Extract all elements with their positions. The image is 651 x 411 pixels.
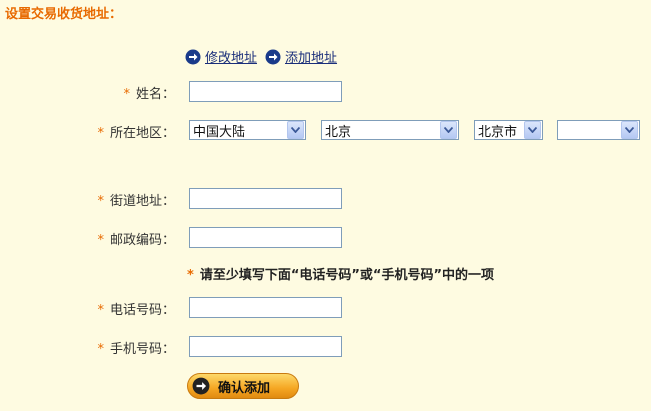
required-mark: * [97,194,104,209]
arrow-right-circle-icon [265,49,281,64]
chevron-down-icon[interactable] [287,121,304,139]
add-address-label[interactable]: 添加地址 [285,47,337,66]
chevron-down-icon[interactable] [524,121,541,139]
modify-address-link[interactable]: 修改地址 [185,47,257,66]
street-label: 街道地址： [109,194,175,209]
modify-address-label[interactable]: 修改地址 [205,47,257,66]
chevron-down-icon[interactable] [440,121,457,139]
name-label: 姓名： [135,87,175,102]
mobile-input[interactable] [189,336,342,357]
phone-label: 电话号码： [109,303,175,318]
city-select[interactable]: 北京市 [474,120,543,140]
street-address-input[interactable] [189,188,342,209]
page-title: 设置交易收货地址： [5,7,123,22]
province-select[interactable]: 北京 [321,120,459,140]
street-label-group: * 街道地址： [97,190,175,209]
confirm-add-label: 确认添加 [218,380,271,396]
required-mark: * [187,268,194,283]
name-input[interactable] [189,81,342,102]
region-label: 所在地区： [109,126,175,141]
required-mark: * [97,342,104,357]
arrow-right-circle-icon [192,377,210,395]
required-mark: * [97,126,104,141]
city-select-value: 北京市 [478,124,518,140]
region-label-group: * 所在地区： [97,122,175,141]
country-select[interactable]: 中国大陆 [189,120,306,140]
country-select-value: 中国大陆 [193,124,246,140]
confirm-add-button[interactable]: 确认添加 [187,373,299,399]
mobile-label-group: * 手机号码： [97,338,175,357]
postcode-label-group: * 邮政编码： [97,229,175,248]
required-mark: * [97,303,104,318]
name-label-group: * 姓名： [123,83,175,102]
postcode-input[interactable] [189,227,342,248]
district-select[interactable] [557,120,640,140]
phone-input[interactable] [189,297,342,318]
province-select-value: 北京 [325,124,352,140]
arrow-right-circle-icon [185,49,201,64]
phone-label-group: * 电话号码： [97,299,175,318]
mobile-label: 手机号码： [109,342,175,357]
required-mark: * [97,233,104,248]
address-actions: 修改地址 添加地址 [185,47,337,66]
chevron-down-icon[interactable] [621,121,638,139]
phone-notice: * 请至少填写下面“电话号码”或“手机号码”中的一项 [187,264,494,283]
phone-notice-text: 请至少填写下面“电话号码”或“手机号码”中的一项 [199,268,494,283]
postcode-label: 邮政编码： [109,233,175,248]
add-address-link[interactable]: 添加地址 [265,47,337,66]
required-mark: * [123,87,130,102]
